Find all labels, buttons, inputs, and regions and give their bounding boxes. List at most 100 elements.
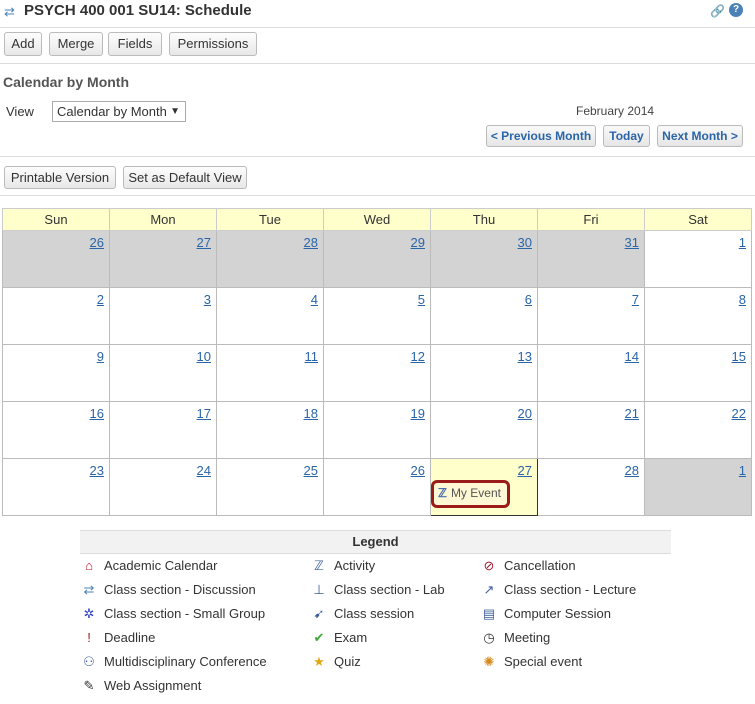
weekday-header: Sun [2, 208, 110, 231]
add-button[interactable]: Add [4, 32, 42, 56]
day-link[interactable]: 8 [739, 292, 746, 307]
day-link[interactable]: 21 [625, 406, 639, 421]
day-cell[interactable]: 21 [537, 401, 645, 459]
calendar-week: 2 3 4 5 6 7 8 [2, 287, 752, 345]
day-link[interactable]: 18 [304, 406, 318, 421]
star-icon: ★ [313, 654, 325, 669]
legend-item: ✲ Class section - Small Group [80, 604, 266, 624]
day-link[interactable]: 2 [97, 292, 104, 307]
day-cell[interactable]: 1 [644, 458, 752, 516]
day-cell[interactable]: 27 [109, 230, 217, 288]
day-cell[interactable]: 26 [2, 230, 110, 288]
day-link[interactable]: 1 [739, 463, 746, 478]
calendar-week: 26 27 28 29 30 31 1 [2, 230, 752, 288]
calendar-event[interactable]: ℤ My Event [431, 480, 510, 508]
day-link[interactable]: 30 [518, 235, 532, 250]
day-cell[interactable]: 24 [109, 458, 217, 516]
day-cell[interactable]: 5 [323, 287, 431, 345]
view-select[interactable]: Calendar by Month ▼ [52, 101, 186, 122]
day-cell[interactable]: 23 [2, 458, 110, 516]
day-cell[interactable]: 15 [644, 344, 752, 402]
day-link[interactable]: 11 [305, 349, 319, 364]
month-label: February 2014 [576, 104, 655, 118]
day-link[interactable]: 26 [411, 463, 425, 478]
legend-item: ➹ Class session [310, 604, 415, 624]
day-cell[interactable]: 18 [216, 401, 324, 459]
group-icon: ✲ [83, 606, 95, 621]
day-link[interactable]: 27 [197, 235, 211, 250]
special-event-icon: ✺ [483, 654, 495, 669]
day-link[interactable]: 19 [411, 406, 425, 421]
day-cell[interactable]: 2 [2, 287, 110, 345]
day-cell[interactable]: 22 [644, 401, 752, 459]
day-link[interactable]: 26 [90, 235, 104, 250]
day-link[interactable]: 28 [304, 235, 318, 250]
day-cell[interactable]: 31 [537, 230, 645, 288]
day-link[interactable]: 4 [311, 292, 318, 307]
merge-button[interactable]: Merge [49, 32, 103, 56]
day-cell[interactable]: 14 [537, 344, 645, 402]
day-link[interactable]: 5 [418, 292, 425, 307]
day-link[interactable]: 23 [90, 463, 104, 478]
deadline-icon: ! [87, 630, 91, 645]
day-link[interactable]: 3 [204, 292, 211, 307]
fields-button[interactable]: Fields [108, 32, 162, 56]
day-cell[interactable]: 19 [323, 401, 431, 459]
today-cell[interactable]: 27 ℤ My Event [430, 458, 538, 516]
day-link[interactable]: 15 [732, 349, 746, 364]
day-link[interactable]: 25 [304, 463, 318, 478]
previous-month-button[interactable]: < Previous Month [486, 125, 596, 147]
day-link[interactable]: 20 [518, 406, 532, 421]
next-month-button[interactable]: Next Month > [657, 125, 743, 147]
today-button[interactable]: Today [603, 125, 650, 147]
day-cell[interactable]: 17 [109, 401, 217, 459]
day-link[interactable]: 10 [197, 349, 211, 364]
day-link[interactable]: 7 [632, 292, 639, 307]
day-link[interactable]: 12 [411, 349, 425, 364]
swap-icon[interactable]: ⇄ [4, 4, 15, 20]
day-cell[interactable]: 30 [430, 230, 538, 288]
day-cell[interactable]: 10 [109, 344, 217, 402]
day-link[interactable]: 27 [518, 463, 532, 478]
day-cell[interactable]: 6 [430, 287, 538, 345]
day-cell[interactable]: 8 [644, 287, 752, 345]
day-link[interactable]: 31 [625, 235, 639, 250]
help-icon[interactable]: ? [729, 3, 743, 17]
day-cell[interactable]: 9 [2, 344, 110, 402]
day-cell[interactable]: 1 [644, 230, 752, 288]
day-cell[interactable]: 3 [109, 287, 217, 345]
day-link[interactable]: 22 [732, 406, 746, 421]
session-icon: ➹ [313, 606, 325, 621]
day-link[interactable]: 1 [739, 235, 746, 250]
day-link[interactable]: 16 [90, 406, 104, 421]
permissions-button[interactable]: Permissions [169, 32, 257, 56]
day-cell[interactable]: 12 [323, 344, 431, 402]
legend-label: Academic Calendar [104, 558, 218, 573]
day-cell[interactable]: 13 [430, 344, 538, 402]
day-cell[interactable]: 28 [537, 458, 645, 516]
printable-version-button[interactable]: Printable Version [4, 166, 116, 189]
day-link[interactable]: 13 [518, 349, 532, 364]
day-cell[interactable]: 16 [2, 401, 110, 459]
day-cell[interactable]: 28 [216, 230, 324, 288]
legend-item: ! Deadline [80, 628, 155, 648]
day-link[interactable]: 17 [197, 406, 211, 421]
day-cell[interactable]: 20 [430, 401, 538, 459]
day-cell[interactable]: 26 [323, 458, 431, 516]
day-link[interactable]: 24 [197, 463, 211, 478]
day-link[interactable]: 14 [625, 349, 639, 364]
day-link[interactable]: 28 [625, 463, 639, 478]
day-link[interactable]: 9 [97, 349, 104, 364]
set-default-view-button[interactable]: Set as Default View [123, 166, 247, 189]
day-cell[interactable]: 29 [323, 230, 431, 288]
link-icon[interactable]: 🔗 [710, 4, 725, 18]
day-link[interactable]: 29 [411, 235, 425, 250]
day-cell[interactable]: 11 [216, 344, 324, 402]
day-cell[interactable]: 25 [216, 458, 324, 516]
discussion-icon: ⇄ [83, 582, 95, 597]
day-link[interactable]: 6 [525, 292, 532, 307]
legend-label: Class section - Lecture [504, 582, 637, 597]
legend-label: Class session [334, 606, 415, 621]
day-cell[interactable]: 4 [216, 287, 324, 345]
day-cell[interactable]: 7 [537, 287, 645, 345]
